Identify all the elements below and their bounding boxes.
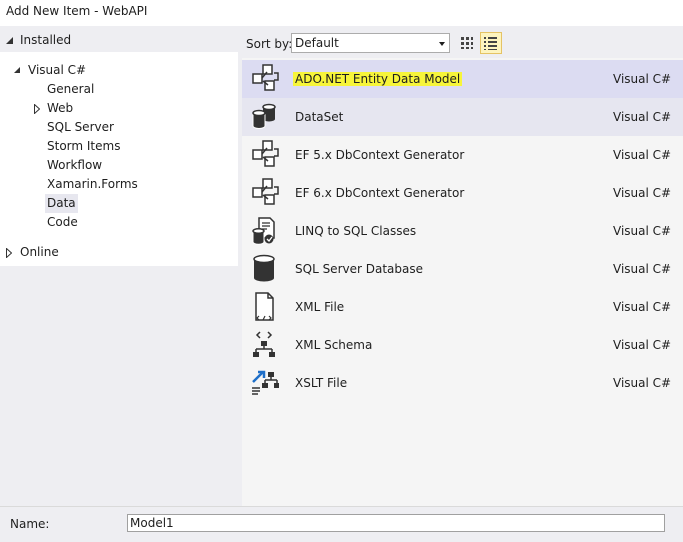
- tree-node-xamarin-forms[interactable]: Xamarin.Forms: [47, 175, 138, 194]
- template-language: Visual C#: [613, 338, 672, 352]
- entity-model-icon: [252, 64, 279, 91]
- details-view-button[interactable]: [480, 32, 502, 54]
- template-language: Visual C#: [613, 72, 672, 86]
- template-row[interactable]: EF 5.x DbContext Generator Visual C#: [242, 136, 683, 174]
- entity-model-icon: [252, 140, 279, 167]
- tree-node-sql-server[interactable]: SQL Server: [47, 118, 114, 137]
- title-bar: Add New Item - WebAPI: [0, 0, 683, 24]
- tree-node-workflow[interactable]: Workflow: [47, 156, 102, 175]
- template-name: DataSet: [295, 110, 344, 124]
- grid-view-icon: [461, 37, 473, 49]
- installed-label: Installed: [20, 33, 72, 47]
- template-row[interactable]: DataSet Visual C#: [242, 98, 683, 136]
- tree-node-storm-items[interactable]: Storm Items: [47, 137, 120, 156]
- expand-arrow-icon[interactable]: [34, 104, 40, 114]
- small-icons-view-button[interactable]: [456, 32, 478, 54]
- category-pane: Installed Visual C# General Web SQL Serv…: [0, 26, 242, 506]
- collapse-arrow-icon[interactable]: [6, 37, 14, 45]
- dataset-icon: [252, 103, 276, 129]
- template-language: Visual C#: [613, 376, 672, 390]
- tree-node-code[interactable]: Code: [47, 213, 78, 232]
- template-language: Visual C#: [613, 224, 672, 238]
- tree-node-data[interactable]: Data: [45, 194, 78, 213]
- tree-label-visual-csharp: Visual C#: [28, 63, 87, 77]
- linq-to-sql-icon: [252, 217, 275, 245]
- template-language: Visual C#: [613, 110, 672, 124]
- templates-pane: Sort by: Default ADO.NET Entity Data Mod…: [242, 26, 683, 506]
- template-row[interactable]: LINQ to SQL Classes Visual C#: [242, 212, 683, 250]
- category-tree: Visual C# General Web SQL Server Storm I…: [0, 52, 238, 266]
- sort-value: Default: [295, 36, 339, 50]
- template-row[interactable]: ADO.NET Entity Data Model Visual C#: [242, 60, 683, 98]
- template-name: XML Schema: [295, 338, 373, 352]
- template-row[interactable]: XSLT File Visual C#: [242, 364, 683, 402]
- name-label: Name:: [10, 517, 50, 531]
- template-language: Visual C#: [613, 186, 672, 200]
- sort-dropdown[interactable]: Default: [291, 33, 450, 53]
- template-row[interactable]: XML Schema Visual C#: [242, 326, 683, 364]
- xml-schema-icon: [253, 331, 275, 357]
- template-name: EF 6.x DbContext Generator: [295, 186, 465, 200]
- entity-model-icon: [252, 178, 279, 205]
- template-language: Visual C#: [613, 300, 672, 314]
- template-name: LINQ to SQL Classes: [295, 224, 417, 238]
- template-name: SQL Server Database: [295, 262, 423, 276]
- template-name: EF 5.x DbContext Generator: [295, 148, 465, 162]
- installed-header[interactable]: Installed: [0, 26, 242, 52]
- templates-list: ADO.NET Entity Data Model Visual C# Data…: [242, 58, 683, 506]
- template-row[interactable]: EF 6.x DbContext Generator Visual C#: [242, 174, 683, 212]
- template-name: XML File: [295, 300, 345, 314]
- chevron-down-icon: [439, 42, 445, 46]
- list-view-icon: [484, 37, 497, 50]
- collapse-arrow-icon[interactable]: [14, 67, 21, 74]
- tree-label-web: Web: [47, 101, 74, 115]
- template-name: XSLT File: [295, 376, 348, 390]
- name-input[interactable]: [127, 514, 665, 532]
- template-language: Visual C#: [613, 262, 672, 276]
- footer-bar: Name:: [0, 506, 683, 542]
- tree-node-general[interactable]: General: [47, 80, 94, 99]
- sort-label: Sort by:: [246, 37, 293, 51]
- template-name: ADO.NET Entity Data Model: [293, 72, 463, 86]
- tree-label-online: Online: [20, 245, 59, 259]
- template-row[interactable]: XML File Visual C#: [242, 288, 683, 326]
- window-title: Add New Item - WebAPI: [6, 4, 148, 18]
- xslt-file-icon: [252, 370, 279, 395]
- database-icon: [253, 254, 275, 282]
- xml-file-icon: [255, 292, 274, 321]
- template-row[interactable]: SQL Server Database Visual C#: [242, 250, 683, 288]
- list-toolbar: Sort by: Default: [242, 26, 683, 58]
- expand-arrow-icon[interactable]: [6, 248, 12, 258]
- template-language: Visual C#: [613, 148, 672, 162]
